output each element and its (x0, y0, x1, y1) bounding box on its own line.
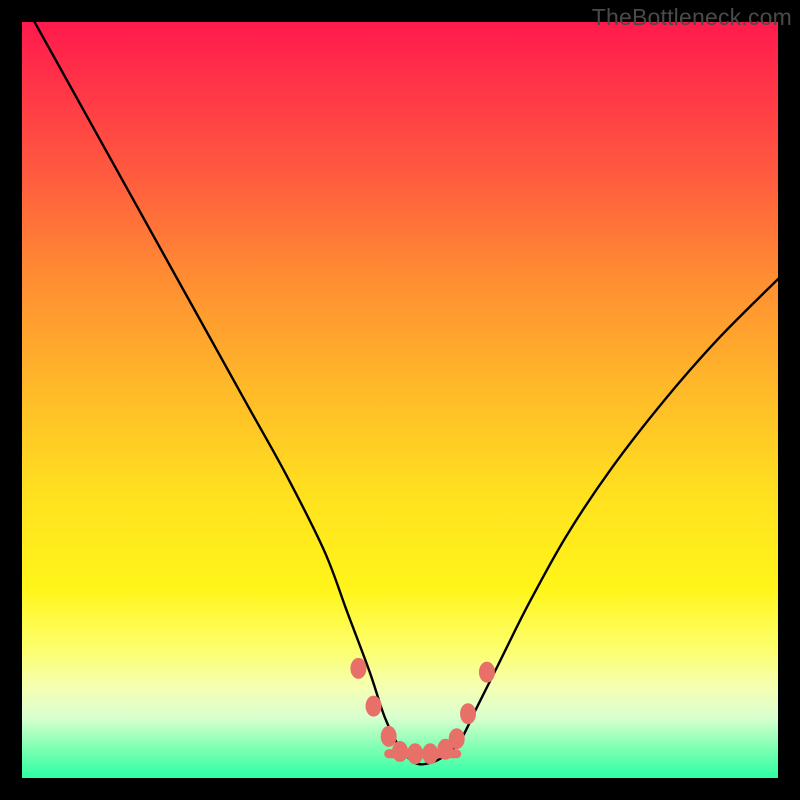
curve-marker (461, 704, 476, 724)
curve-marker (408, 744, 423, 764)
plot-area (22, 22, 778, 778)
curve-marker (423, 744, 438, 764)
curve-marker (351, 658, 366, 678)
curve-marker (366, 696, 381, 716)
watermark-text: TheBottleneck.com (592, 4, 792, 31)
curve-marker (393, 742, 408, 762)
curve-marker (479, 662, 494, 682)
curve-marker (449, 729, 464, 749)
bottleneck-curve (22, 22, 778, 778)
chart-frame: TheBottleneck.com (0, 0, 800, 800)
curve-marker (381, 726, 396, 746)
